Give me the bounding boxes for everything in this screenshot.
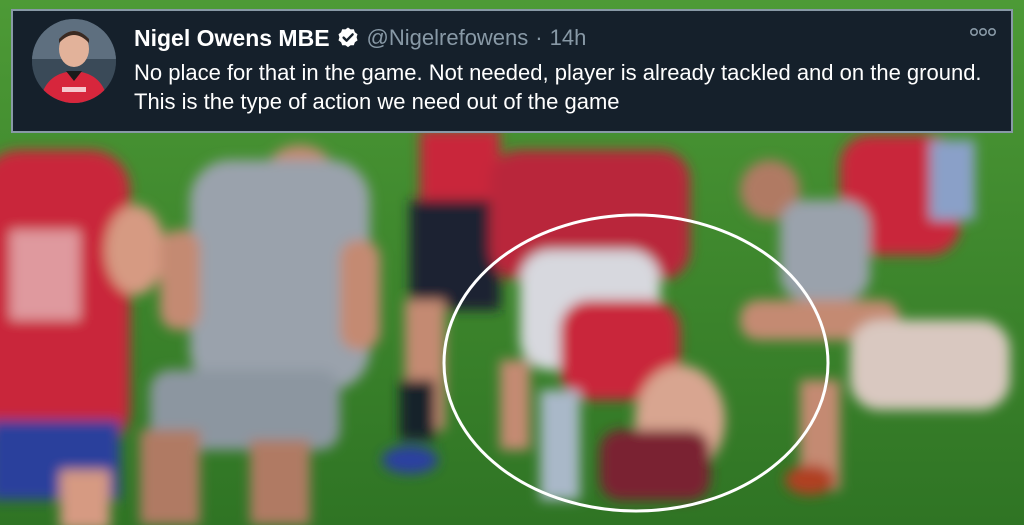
referee-avatar[interactable] bbox=[32, 19, 116, 103]
timestamp[interactable]: 14h bbox=[550, 25, 587, 51]
tweet-header: Nigel Owens MBE @Nigelrefowens · 14h bbox=[134, 23, 586, 53]
display-name[interactable]: Nigel Owens MBE bbox=[134, 25, 330, 52]
more-options-icon[interactable] bbox=[969, 23, 997, 41]
tweet-card: Nigel Owens MBE @Nigelrefowens · 14h No … bbox=[11, 9, 1013, 133]
verified-badge-icon bbox=[336, 26, 360, 50]
handle[interactable]: @Nigelrefowens bbox=[367, 25, 529, 51]
separator-dot: · bbox=[535, 25, 543, 50]
tweet-text: No place for that in the game. Not neede… bbox=[134, 60, 982, 114]
